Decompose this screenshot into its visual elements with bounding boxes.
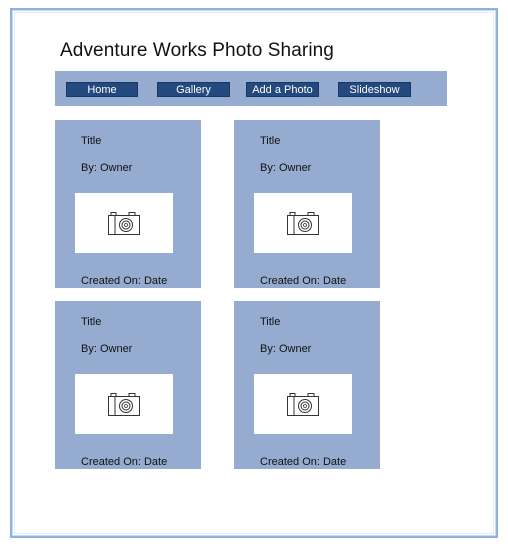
- camera-icon: [108, 212, 140, 235]
- nav-gallery-button[interactable]: Gallery: [157, 82, 230, 97]
- camera-icon: [287, 393, 319, 416]
- nav-slideshow-button[interactable]: Slideshow: [338, 82, 411, 97]
- card-photo[interactable]: [254, 193, 352, 253]
- card-photo[interactable]: [75, 374, 173, 434]
- photo-card[interactable]: Title By: Owner Created On: Date: [55, 301, 201, 469]
- photo-card[interactable]: Title By: Owner Created On: Date: [234, 301, 380, 469]
- nav-add-photo-button[interactable]: Add a Photo: [246, 82, 319, 97]
- photo-card[interactable]: Title By: Owner Created On: Date: [234, 120, 380, 288]
- page-frame: Adventure Works Photo Sharing Home Galle…: [10, 8, 498, 538]
- photo-card[interactable]: Title By: Owner Created On: Date: [55, 120, 201, 288]
- card-owner: By: Owner: [260, 162, 312, 174]
- card-owner: By: Owner: [260, 343, 312, 355]
- card-title: Title: [81, 316, 102, 328]
- card-photo[interactable]: [75, 193, 173, 253]
- page-title: Adventure Works Photo Sharing: [60, 40, 334, 61]
- card-title: Title: [260, 135, 281, 147]
- card-created-date: Created On: Date: [260, 456, 347, 468]
- card-photo[interactable]: [254, 374, 352, 434]
- card-created-date: Created On: Date: [81, 275, 168, 287]
- nav-bar: Home Gallery Add a Photo Slideshow: [55, 71, 447, 106]
- card-created-date: Created On: Date: [81, 456, 168, 468]
- card-title: Title: [81, 135, 102, 147]
- camera-icon: [287, 212, 319, 235]
- nav-home-button[interactable]: Home: [66, 82, 138, 97]
- card-owner: By: Owner: [81, 343, 133, 355]
- card-title: Title: [260, 316, 281, 328]
- card-owner: By: Owner: [81, 162, 133, 174]
- card-created-date: Created On: Date: [260, 275, 347, 287]
- camera-icon: [108, 393, 140, 416]
